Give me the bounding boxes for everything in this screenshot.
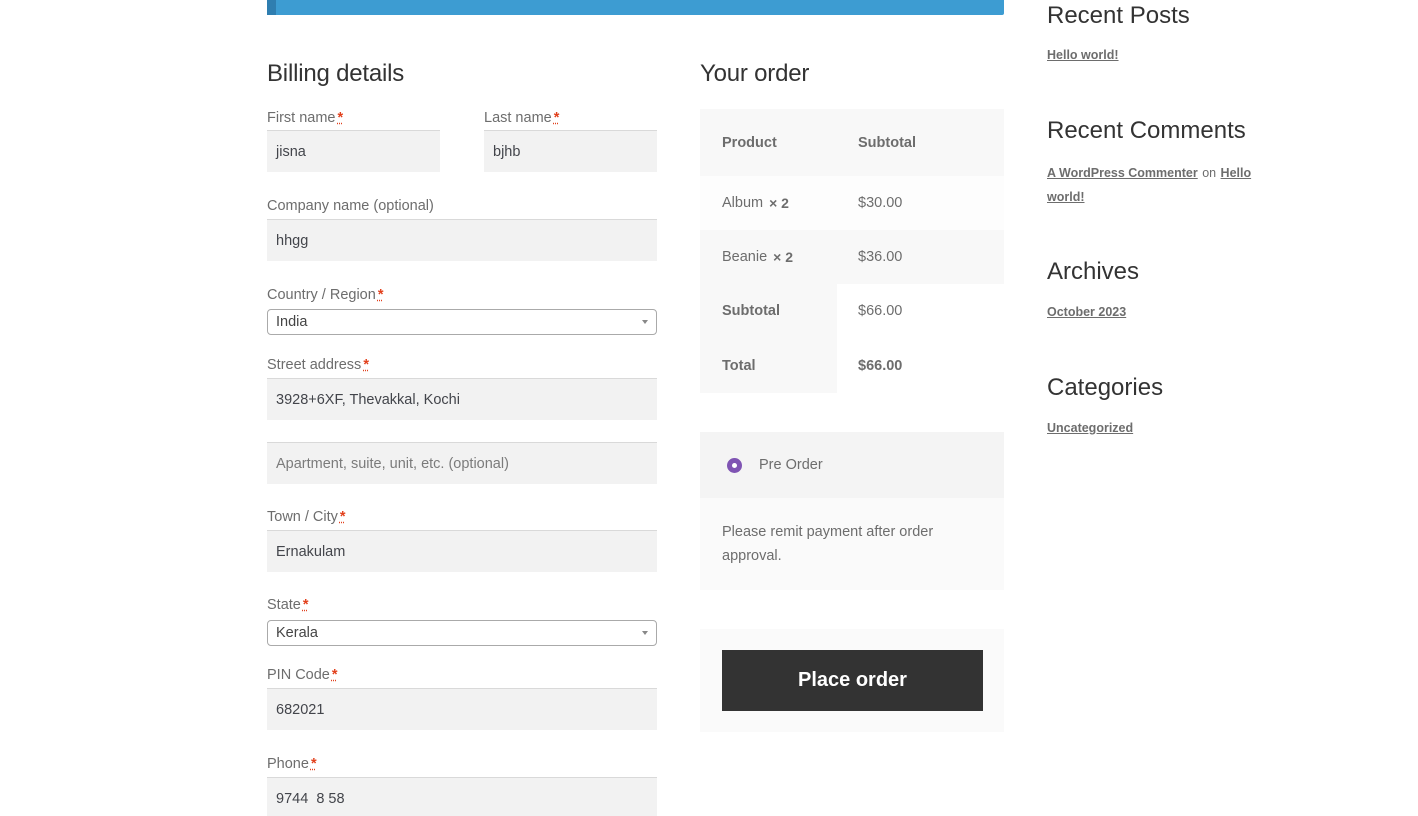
dropdown-arrow-icon [642, 320, 648, 324]
notice-bar-edge [267, 0, 276, 15]
state-select[interactable]: Kerala [267, 620, 657, 646]
product-name: Beanie [722, 249, 768, 265]
pin-input[interactable]: 682021 [267, 688, 657, 730]
recent-posts-title: Recent Posts [1047, 2, 1190, 29]
required-mark: * [553, 110, 560, 126]
category-link[interactable]: Uncategorized [1047, 421, 1133, 435]
country-label: Country / Region * [267, 287, 384, 303]
billing-title: Billing details [267, 60, 405, 87]
order-table-header: Product Subtotal [700, 109, 1004, 176]
street-field: Street address * 3928+6XF, Thevakkal, Koc… [267, 355, 657, 420]
subtotal-column-header: Subtotal [858, 134, 916, 151]
company-label: Company name (optional) [267, 198, 434, 214]
required-mark: * [339, 509, 346, 525]
street-label: Street address * [267, 357, 369, 373]
archive-link[interactable]: October 2023 [1047, 305, 1126, 319]
first-name-field: First name * jisna [267, 108, 440, 172]
place-order-section: Place order [700, 629, 1004, 732]
recent-comments-title: Recent Comments [1047, 117, 1246, 144]
country-value: India [276, 314, 308, 330]
total-label-cell [700, 338, 837, 393]
first-name-input[interactable]: jisna [267, 130, 440, 172]
pin-label: PIN Code * [267, 667, 338, 683]
order-item-total: $30.00 [858, 195, 903, 211]
pin-field: PIN Code * 682021 [267, 665, 657, 730]
last-name-label: Last name * [484, 110, 560, 126]
state-label: State * [267, 597, 309, 613]
order-item-name: Beanie × 2 [722, 230, 793, 284]
last-name-field: Last name * bjhb [484, 108, 657, 172]
phone-input[interactable]: 9744 8 58 [267, 777, 657, 816]
subtotal-value: $66.00 [858, 303, 903, 319]
subtotal-label: Subtotal [722, 303, 780, 319]
order-item-row: Beanie × 2 $36.00 [700, 230, 1004, 284]
phone-label: Phone * [267, 756, 317, 772]
comment-author-link[interactable]: A WordPress Commenter [1047, 166, 1198, 180]
required-mark: * [377, 287, 384, 303]
total-value: $66.00 [858, 357, 903, 374]
phone-field: Phone * 9744 8 58 [267, 754, 657, 816]
required-mark: * [337, 110, 344, 126]
payment-method-pre-order[interactable]: Pre Order [700, 432, 1004, 498]
country-select[interactable]: India [267, 309, 657, 335]
payment-description: Please remit payment after order approva… [700, 498, 1004, 590]
street-input[interactable]: 3928+6XF, Thevakkal, Kochi [267, 378, 657, 420]
comment-on-text: on [1202, 166, 1217, 180]
city-field: Town / City * Ernakulam [267, 507, 657, 572]
order-title: Your order [700, 60, 810, 87]
city-label: Town / City * [267, 509, 346, 525]
city-input[interactable]: Ernakulam [267, 530, 657, 572]
total-label: Total [722, 357, 756, 374]
required-mark: * [331, 667, 338, 683]
cart-subtotal-row: Subtotal $66.00 [700, 284, 1004, 338]
product-name: Album [722, 195, 764, 211]
order-total-row: Total $66.00 [700, 338, 1004, 393]
product-column-header: Product [722, 134, 777, 151]
product-quantity: × 2 [773, 249, 794, 265]
order-item-name: Album × 2 [722, 176, 789, 230]
place-order-button[interactable]: Place order [722, 650, 983, 711]
last-name-input[interactable]: bjhb [484, 130, 657, 172]
country-field: Country / Region * India [267, 285, 657, 335]
required-mark: * [363, 357, 369, 373]
notice-bar [267, 0, 1004, 15]
company-input[interactable]: hhgg [267, 219, 657, 261]
order-item-total: $36.00 [858, 249, 903, 265]
required-mark: * [310, 756, 317, 772]
company-field: Company name (optional) hhgg [267, 196, 657, 261]
state-value: Kerala [276, 625, 318, 641]
categories-title: Categories [1047, 374, 1164, 401]
product-quantity: × 2 [769, 195, 789, 211]
first-name-label: First name * [267, 110, 344, 126]
checkout-page: Billing details First name * jisna Last n… [0, 0, 1418, 816]
dropdown-arrow-icon [642, 631, 648, 635]
payment-method-label: Pre Order [759, 457, 823, 473]
archives-title: Archives [1047, 258, 1140, 285]
apartment-input[interactable]: Apartment, suite, unit, etc. (optional) [267, 442, 657, 484]
apartment-field: Apartment, suite, unit, etc. (optional) [267, 442, 657, 484]
required-mark: * [302, 597, 309, 613]
state-field: State * Kerala [267, 595, 657, 646]
recent-comment-item: A WordPress Commenter on Hello world! [1047, 161, 1257, 209]
order-item-row: Album × 2 $30.00 [700, 176, 1004, 230]
radio-selected-icon[interactable] [727, 457, 742, 473]
recent-post-link[interactable]: Hello world! [1047, 48, 1119, 62]
